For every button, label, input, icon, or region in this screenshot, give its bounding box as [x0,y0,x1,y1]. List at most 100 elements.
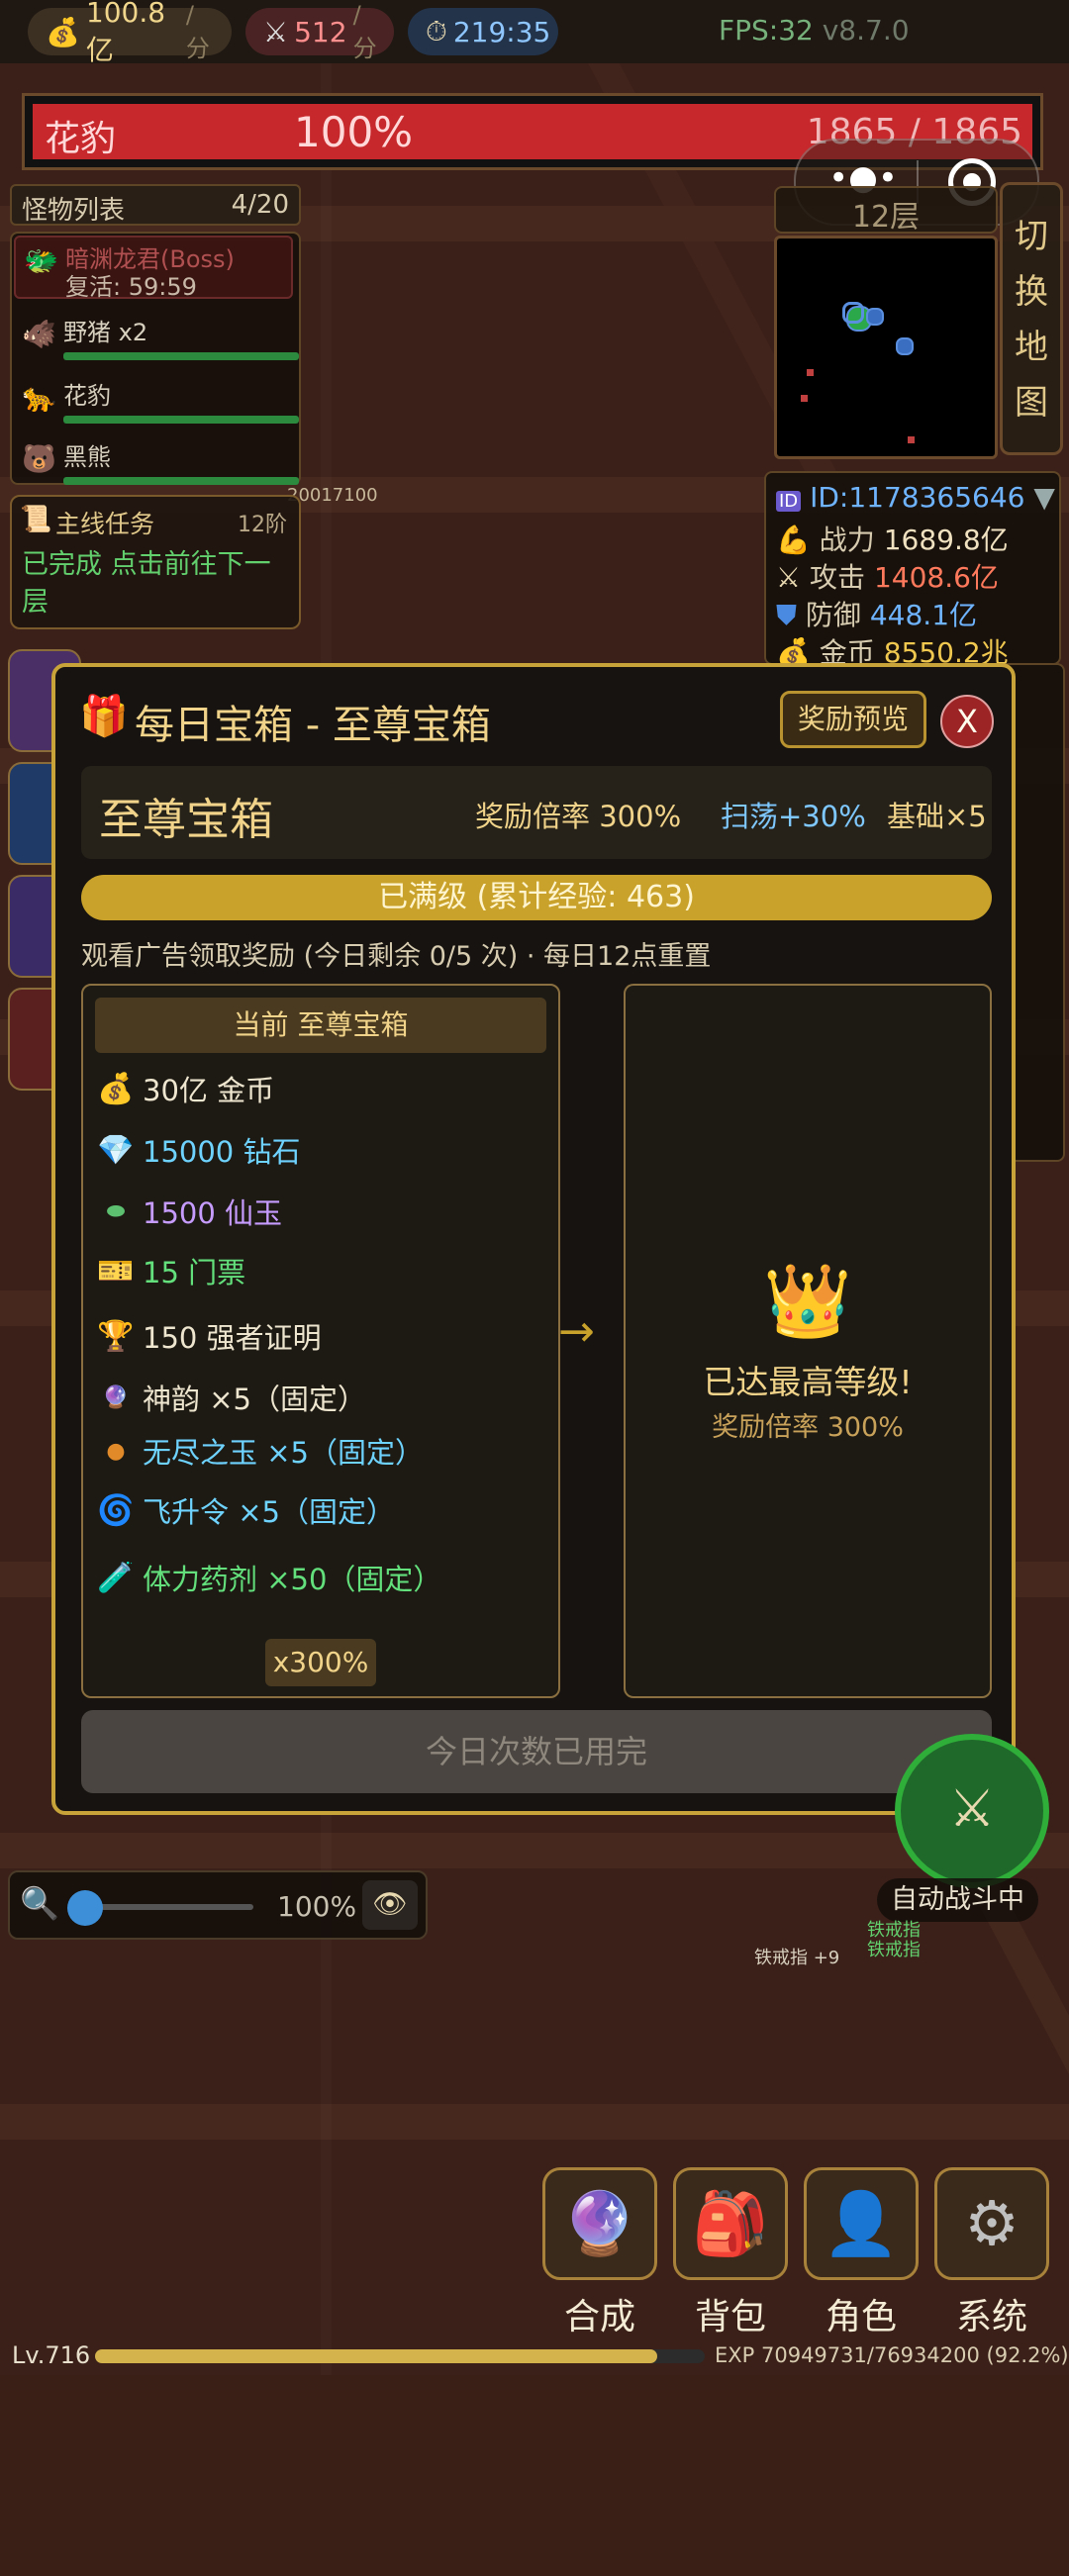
reward-text: 30亿 金币 [143,1074,275,1107]
exp-bar [95,2349,705,2363]
magnifier-icon: 🔍 [20,1884,59,1922]
floor-indicator: 12层 [774,186,998,235]
reward-item: ⬬ 1500 仙玉 [95,1188,282,1235]
character-label: 角色 [825,2297,897,2337]
monster-row-boss[interactable]: 🐲 暗渊龙君(Boss) 复活: 59:59 [14,236,293,301]
backpack-button[interactable]: 🎒 [673,2167,788,2280]
muscle-icon: 💪 [776,524,811,556]
ticket-icon: 🎫 [97,1253,135,1288]
stat-label: 攻击 [810,561,866,594]
quest-title: 主线任务 [55,510,155,538]
swirl-icon: 🌀 [97,1492,135,1528]
shield-icon: ⛊ [776,599,798,631]
monster-row[interactable]: 🐗 野猪 x2 [14,311,299,368]
main-quest-panel[interactable]: 📜 主线任务 12阶 已完成 点击前往下一层 [10,495,301,629]
zoom-slider-handle[interactable] [67,1890,103,1926]
reward-item: 💰 30亿 金币 [95,1065,274,1112]
reward-text: 飞升令 ×5（固定） [143,1495,395,1529]
gold-rate: 100.8亿 [85,0,166,66]
crown-icon: 👑 [763,1259,852,1342]
reward-item: 🏆 150 强者证明 [95,1312,322,1360]
ad-hint: 观看广告领取奖励 (今日剩余 0/5 次) · 每日12点重置 [81,941,712,972]
timer: 219:35 [452,15,551,48]
minimap[interactable] [774,236,998,459]
current-rewards-panel: 当前 至尊宝箱 💰 30亿 金币 💎 15000 钻石 ⬬ 1500 仙玉 🎫 … [81,984,560,1698]
craft-button[interactable]: 🔮 [542,2167,657,2280]
fps: FPS:32 [719,14,814,47]
gold-rate-pill: 💰 100.8亿 /分 [28,0,232,66]
reward-item: 💎 15000 钻石 [95,1126,300,1174]
minimap-ally-dot [842,302,864,324]
gift-icon: 🎁 [79,694,129,739]
floor-label: 12层 [851,200,921,235]
player-stats-panel: ID ID:1178365646 ▼ 💪 战力 1689.8亿 ⚔ 攻击 140… [764,471,1061,669]
system-label: 系统 [955,2297,1027,2337]
reward-preview-button[interactable]: 奖励预览 [780,691,926,748]
gold-rate-unit: /分 [185,0,210,62]
chest-header: 至尊宝箱 奖励倍率 300% 扫荡+30% 基础×5 [81,766,992,859]
money-bag-icon: 💰 [46,15,80,48]
potion-icon: 🧪 [97,1560,135,1595]
jade-icon: ⬬ [106,1198,126,1224]
max-level-rate: 奖励倍率 300% [712,1412,904,1443]
claim-button-disabled[interactable]: 今日次数已用完 [81,1710,992,1793]
system-button[interactable]: ⚙ [934,2167,1049,2280]
player-id[interactable]: ID ID:1178365646 ▼ [776,481,1055,514]
reward-text: 150 强者证明 [143,1321,322,1355]
switch-map-label: 切换地图 [1015,217,1048,423]
boar-icon: 🐗 [22,318,56,350]
money-bag-icon: 💰 [97,1071,135,1106]
next-level-panel: 👑 已达最高等级! 奖励倍率 300% [624,984,992,1698]
stopwatch-icon: ⏱ [426,15,447,48]
id-badge-icon: ID [776,491,802,512]
minimap-ally-dot [866,308,884,326]
trophy-icon: 🏆 [97,1318,135,1354]
close-button[interactable]: X [940,695,994,748]
dropdown-icon: ▼ [1033,481,1055,514]
arrow-right-icon: → [558,1306,595,1357]
backpack-label: 背包 [694,2297,766,2337]
reward-item: 🎫 15 门票 [95,1247,245,1294]
monster-name: 黑熊 [63,443,111,471]
eye-toggle-button[interactable]: 👁 [362,1880,418,1930]
monster-hp-bar [63,352,299,360]
minimap-enemy-dot [801,395,808,402]
daily-chest-modal: 🎁 每日宝箱 - 至尊宝箱 奖励预览 X 至尊宝箱 奖励倍率 300% 扫荡+3… [51,663,1016,1815]
boss-respawn: 复活: 59:59 [65,273,197,301]
target-hp-percent: 100% [294,108,414,156]
player-level: Lv.716 [12,2341,91,2369]
orb-icon: 🔮 [102,1384,130,1410]
swords-icon: ⚔ [263,15,289,48]
player-id-text: ID:1178365646 [810,481,1025,514]
monster-name: 野猪 x2 [63,319,148,346]
stat-label: 战力 [819,524,875,556]
kill-rate-pill: ⚔ 512 /分 [245,1,394,62]
max-level-title: 已达最高等级! [703,1363,913,1401]
monster-list-title: 怪物列表 [22,196,126,226]
monster-row[interactable]: 🐆 花豹 [14,374,299,431]
reward-item: ● 无尽之玉 ×5（固定） [95,1427,424,1475]
monster-row[interactable]: 🐻 黑熊 [14,435,299,493]
stat-power: 💪 战力 1689.8亿 [776,519,1009,558]
kill-rate: 512 [294,15,347,48]
minimap-ally-dot [896,337,914,355]
gear-icon: ⚙ [964,2187,1020,2259]
zoom-control: 🔍 100% 👁 [8,1870,428,1940]
top-bar: 💰 100.8亿 /分 ⚔ 512 /分 ⏱ 219:35 FPS:32 v8.… [0,0,1069,66]
switch-map-button[interactable]: 切换地图 [1000,182,1063,455]
level-bar: 已满级 (累计经验: 463) [81,875,992,920]
version: v8.7.0 [822,14,910,47]
modal-title: 每日宝箱 - 至尊宝箱 [135,703,491,748]
stat-value: 1689.8亿 [883,524,1009,556]
pearl-icon: ● [106,1438,126,1464]
item-drop-label: 铁戒指 +9 [754,1948,840,1968]
backpack-icon: 🎒 [692,2187,769,2259]
monster-name: 花豹 [63,382,111,410]
reward-text: 1500 仙玉 [143,1196,283,1230]
chest-name: 至尊宝箱 [99,795,273,845]
character-button[interactable]: 👤 [804,2167,919,2280]
minimap-enemy-dot [908,436,915,443]
monster-hp-bar [63,477,299,485]
auto-battle-button[interactable]: ⚔ [895,1734,1049,1888]
monster-list-count: 4/20 [231,190,289,220]
